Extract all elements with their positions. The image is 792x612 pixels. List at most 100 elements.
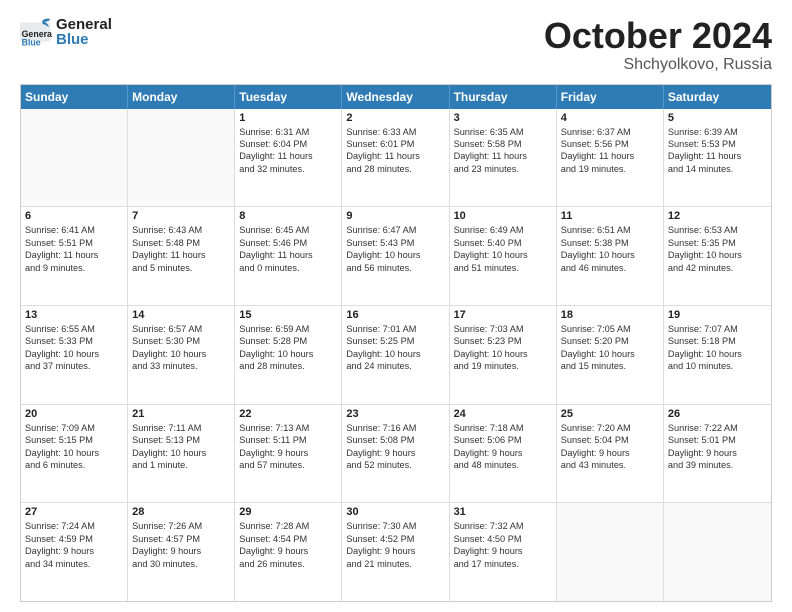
day-number: 12 bbox=[668, 210, 767, 222]
cell-info-line: and 6 minutes. bbox=[25, 459, 123, 471]
cell-info-line: Daylight: 10 hours bbox=[668, 249, 767, 261]
calendar-header: Sunday Monday Tuesday Wednesday Thursday… bbox=[21, 85, 771, 109]
cell-info-line: and 26 minutes. bbox=[239, 558, 337, 570]
header-friday: Friday bbox=[557, 85, 664, 109]
cell-info-line: Daylight: 9 hours bbox=[132, 545, 230, 557]
cell-info-line: Sunset: 5:35 PM bbox=[668, 237, 767, 249]
week-row-3: 13Sunrise: 6:55 AMSunset: 5:33 PMDayligh… bbox=[21, 305, 771, 404]
day-number: 2 bbox=[346, 112, 444, 124]
cal-cell-w4-d1: 20Sunrise: 7:09 AMSunset: 5:15 PMDayligh… bbox=[21, 405, 128, 503]
cell-info-line: Sunset: 4:50 PM bbox=[454, 533, 552, 545]
cal-cell-w2-d2: 7Sunrise: 6:43 AMSunset: 5:48 PMDaylight… bbox=[128, 207, 235, 305]
cell-info-line: Daylight: 10 hours bbox=[668, 348, 767, 360]
cell-info-line: Sunset: 4:57 PM bbox=[132, 533, 230, 545]
cell-info-line: Sunset: 4:54 PM bbox=[239, 533, 337, 545]
cell-info-line: Sunrise: 7:18 AM bbox=[454, 422, 552, 434]
cell-info-line: Daylight: 10 hours bbox=[25, 348, 123, 360]
day-number: 13 bbox=[25, 309, 123, 321]
cell-info-line: and 33 minutes. bbox=[132, 360, 230, 372]
week-row-2: 6Sunrise: 6:41 AMSunset: 5:51 PMDaylight… bbox=[21, 206, 771, 305]
logo-general-text: General bbox=[56, 17, 112, 32]
cal-cell-w2-d7: 12Sunrise: 6:53 AMSunset: 5:35 PMDayligh… bbox=[664, 207, 771, 305]
day-number: 9 bbox=[346, 210, 444, 222]
cell-info-line: Sunrise: 6:35 AM bbox=[454, 126, 552, 138]
cell-info-line: Daylight: 10 hours bbox=[561, 348, 659, 360]
cal-cell-w5-d2: 28Sunrise: 7:26 AMSunset: 4:57 PMDayligh… bbox=[128, 503, 235, 601]
cell-info-line: Sunset: 6:04 PM bbox=[239, 138, 337, 150]
cell-info-line: Sunrise: 6:45 AM bbox=[239, 224, 337, 236]
cell-info-line: and 17 minutes. bbox=[454, 558, 552, 570]
cal-cell-w4-d6: 25Sunrise: 7:20 AMSunset: 5:04 PMDayligh… bbox=[557, 405, 664, 503]
cell-info-line: Sunrise: 7:09 AM bbox=[25, 422, 123, 434]
day-number: 29 bbox=[239, 506, 337, 518]
cell-info-line: Sunset: 5:18 PM bbox=[668, 335, 767, 347]
cell-info-line: and 42 minutes. bbox=[668, 262, 767, 274]
day-number: 31 bbox=[454, 506, 552, 518]
cal-cell-w4-d3: 22Sunrise: 7:13 AMSunset: 5:11 PMDayligh… bbox=[235, 405, 342, 503]
cell-info-line: and 10 minutes. bbox=[668, 360, 767, 372]
page: General Blue General Blue October 2024 S… bbox=[0, 0, 792, 612]
cell-info-line: Daylight: 11 hours bbox=[561, 150, 659, 162]
svg-text:Blue: Blue bbox=[22, 38, 41, 48]
cell-info-line: Daylight: 10 hours bbox=[561, 249, 659, 261]
cell-info-line: Daylight: 9 hours bbox=[561, 447, 659, 459]
cell-info-line: Sunrise: 6:57 AM bbox=[132, 323, 230, 335]
day-number: 15 bbox=[239, 309, 337, 321]
cell-info-line: and 23 minutes. bbox=[454, 163, 552, 175]
cell-info-line: Sunrise: 7:28 AM bbox=[239, 520, 337, 532]
day-number: 8 bbox=[239, 210, 337, 222]
day-number: 19 bbox=[668, 309, 767, 321]
cell-info-line: Daylight: 10 hours bbox=[454, 348, 552, 360]
cell-info-line: Sunset: 5:04 PM bbox=[561, 434, 659, 446]
cell-info-line: and 28 minutes. bbox=[346, 163, 444, 175]
cell-info-line: Daylight: 11 hours bbox=[239, 150, 337, 162]
day-number: 1 bbox=[239, 112, 337, 124]
header-thursday: Thursday bbox=[450, 85, 557, 109]
day-number: 3 bbox=[454, 112, 552, 124]
cell-info-line: and 32 minutes. bbox=[239, 163, 337, 175]
cell-info-line: and 15 minutes. bbox=[561, 360, 659, 372]
cell-info-line: and 5 minutes. bbox=[132, 262, 230, 274]
cell-info-line: Sunrise: 7:22 AM bbox=[668, 422, 767, 434]
cell-info-line: Daylight: 10 hours bbox=[346, 249, 444, 261]
cal-cell-w3-d2: 14Sunrise: 6:57 AMSunset: 5:30 PMDayligh… bbox=[128, 306, 235, 404]
cal-cell-w1-d6: 4Sunrise: 6:37 AMSunset: 5:56 PMDaylight… bbox=[557, 109, 664, 207]
cell-info-line: Sunrise: 6:39 AM bbox=[668, 126, 767, 138]
day-number: 5 bbox=[668, 112, 767, 124]
day-number: 11 bbox=[561, 210, 659, 222]
header-tuesday: Tuesday bbox=[235, 85, 342, 109]
cell-info-line: Sunrise: 7:11 AM bbox=[132, 422, 230, 434]
cell-info-line: Sunset: 4:59 PM bbox=[25, 533, 123, 545]
cell-info-line: Sunset: 5:33 PM bbox=[25, 335, 123, 347]
cell-info-line: and 56 minutes. bbox=[346, 262, 444, 274]
header: General Blue General Blue October 2024 S… bbox=[20, 16, 772, 74]
day-number: 26 bbox=[668, 408, 767, 420]
cal-cell-w4-d7: 26Sunrise: 7:22 AMSunset: 5:01 PMDayligh… bbox=[664, 405, 771, 503]
cell-info-line: Daylight: 9 hours bbox=[454, 545, 552, 557]
cell-info-line: Sunset: 6:01 PM bbox=[346, 138, 444, 150]
cell-info-line: Daylight: 10 hours bbox=[346, 348, 444, 360]
cell-info-line: Sunrise: 7:20 AM bbox=[561, 422, 659, 434]
cell-info-line: Sunrise: 6:49 AM bbox=[454, 224, 552, 236]
cal-cell-w5-d4: 30Sunrise: 7:30 AMSunset: 4:52 PMDayligh… bbox=[342, 503, 449, 601]
cell-info-line: Sunset: 5:25 PM bbox=[346, 335, 444, 347]
cell-info-line: Sunset: 5:06 PM bbox=[454, 434, 552, 446]
cell-info-line: Sunset: 5:28 PM bbox=[239, 335, 337, 347]
day-number: 27 bbox=[25, 506, 123, 518]
cal-cell-w1-d3: 1Sunrise: 6:31 AMSunset: 6:04 PMDaylight… bbox=[235, 109, 342, 207]
cell-info-line: Sunrise: 6:47 AM bbox=[346, 224, 444, 236]
day-number: 17 bbox=[454, 309, 552, 321]
cell-info-line: and 51 minutes. bbox=[454, 262, 552, 274]
day-number: 21 bbox=[132, 408, 230, 420]
cal-cell-w4-d2: 21Sunrise: 7:11 AMSunset: 5:13 PMDayligh… bbox=[128, 405, 235, 503]
cal-cell-w1-d1 bbox=[21, 109, 128, 207]
cell-info-line: and 43 minutes. bbox=[561, 459, 659, 471]
title-block: October 2024 Shchyolkovo, Russia bbox=[544, 16, 772, 74]
cell-info-line: Sunrise: 7:26 AM bbox=[132, 520, 230, 532]
cell-info-line: Sunset: 5:11 PM bbox=[239, 434, 337, 446]
cell-info-line: Sunset: 5:20 PM bbox=[561, 335, 659, 347]
cell-info-line: Sunset: 5:23 PM bbox=[454, 335, 552, 347]
day-number: 4 bbox=[561, 112, 659, 124]
cal-cell-w1-d2 bbox=[128, 109, 235, 207]
cell-info-line: Sunset: 5:56 PM bbox=[561, 138, 659, 150]
